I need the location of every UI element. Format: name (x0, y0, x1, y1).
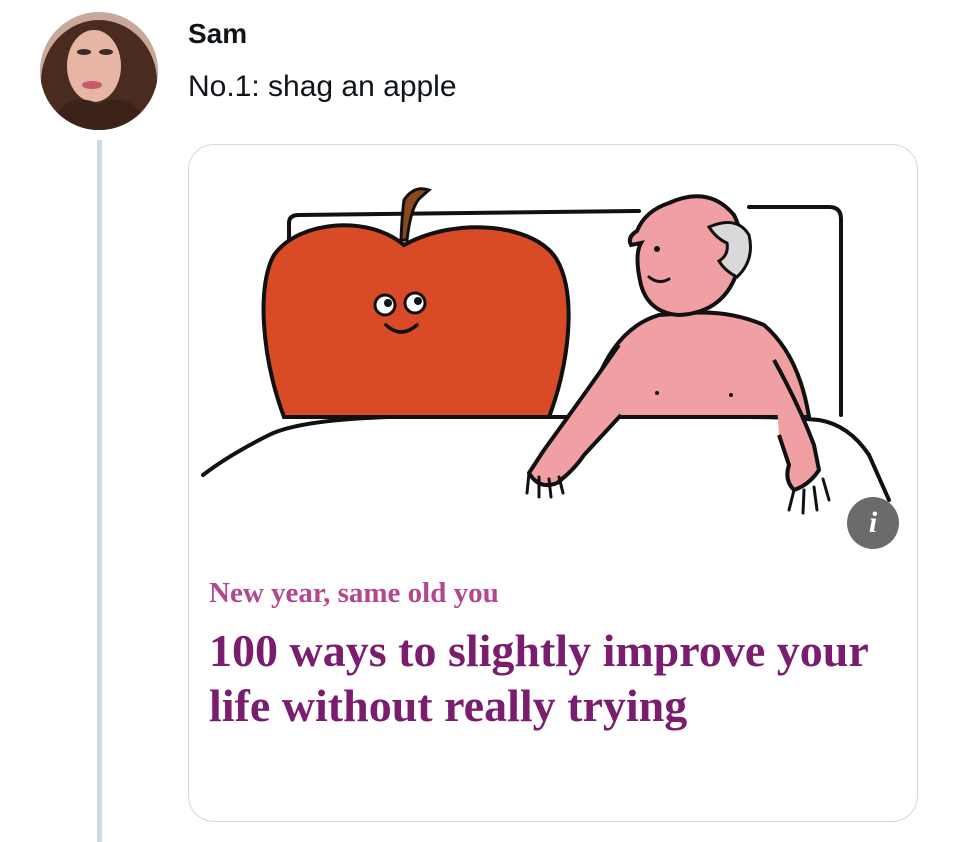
card-kicker: New year, same old you (209, 577, 499, 609)
card-illustration (201, 187, 891, 515)
thread-line (97, 140, 102, 842)
link-card[interactable]: i New year, same old you 100 ways to sli… (188, 144, 918, 822)
avatar[interactable] (40, 12, 158, 130)
avatar-image (40, 12, 158, 130)
info-icon[interactable]: i (847, 497, 899, 549)
card-headline[interactable]: 100 ways to slightly improve your life w… (209, 623, 899, 733)
tweet-text: No.1: shag an apple (188, 70, 457, 103)
author-name[interactable]: Sam (188, 18, 247, 50)
